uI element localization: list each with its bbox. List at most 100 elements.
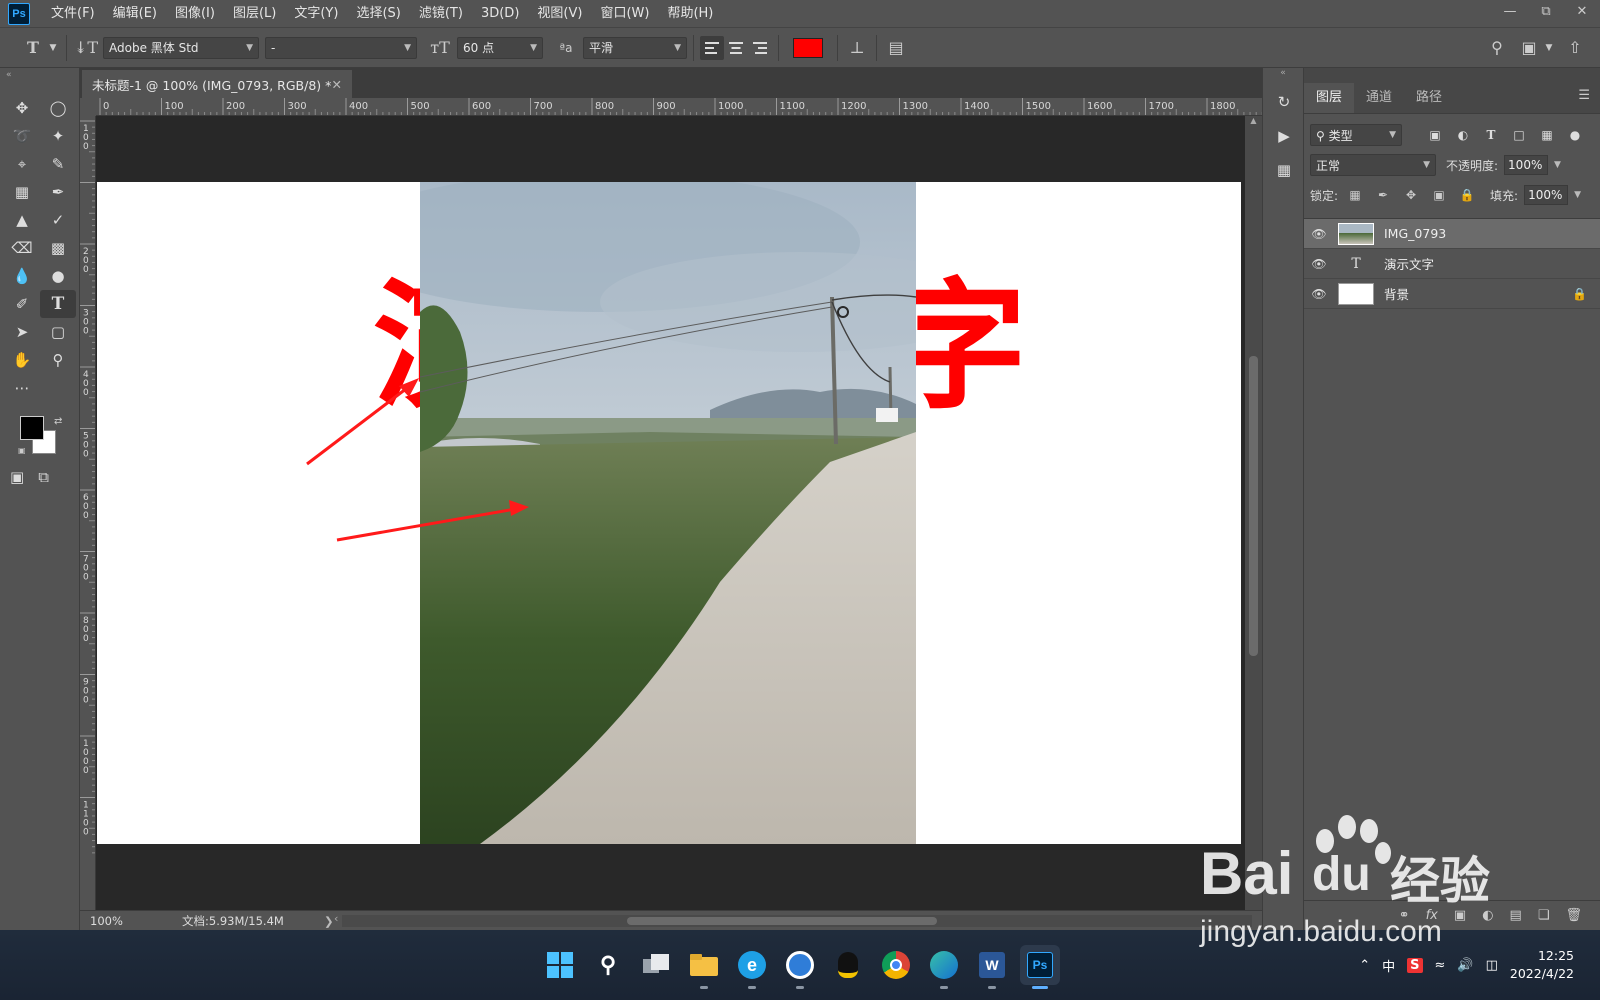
- pen-tool-icon[interactable]: ✐: [4, 290, 40, 318]
- filter-adjustment-icon[interactable]: ◐: [1452, 125, 1474, 145]
- file-explorer-icon[interactable]: [684, 945, 724, 989]
- default-colors-icon[interactable]: ▣: [18, 446, 26, 455]
- chrome-icon[interactable]: [876, 945, 916, 985]
- screen-mode-icon[interactable]: ⧉: [38, 468, 49, 486]
- share-icon[interactable]: ⇧: [1562, 35, 1588, 61]
- ruler-origin[interactable]: [80, 98, 96, 116]
- menu-image[interactable]: 图像(I): [166, 0, 224, 28]
- history-panel-icon[interactable]: ↻: [1269, 88, 1299, 116]
- fx-icon[interactable]: fx: [1426, 908, 1438, 923]
- filter-smart-object-icon[interactable]: ▦: [1536, 125, 1558, 145]
- menu-view[interactable]: 视图(V): [528, 0, 591, 28]
- eraser-tool-icon[interactable]: ⌫: [4, 234, 40, 262]
- align-right-button[interactable]: [748, 36, 772, 60]
- wifi-icon[interactable]: ≈: [1435, 958, 1446, 973]
- dodge-tool-icon[interactable]: ●: [40, 262, 76, 290]
- dock-collapse-icon[interactable]: «: [1263, 68, 1303, 82]
- menu-type[interactable]: 文字(Y): [285, 0, 347, 28]
- workspace-icon[interactable]: ▣: [1516, 35, 1542, 61]
- text-color-swatch[interactable]: [793, 37, 823, 58]
- visibility-eye-icon[interactable]: 👁: [1304, 287, 1334, 301]
- document-tab[interactable]: 未标题-1 @ 100% (IMG_0793, RGB/8) * ✕: [82, 70, 352, 98]
- menu-file[interactable]: 文件(F): [42, 0, 104, 28]
- rectangle-tool-icon[interactable]: ▢: [40, 318, 76, 346]
- opacity-chevron-icon[interactable]: ▼: [1554, 160, 1561, 170]
- type-tool-preset-icon[interactable]: T: [20, 35, 46, 61]
- trash-icon[interactable]: 🗑: [1565, 908, 1582, 923]
- vertical-scrollbar[interactable]: ▲: [1245, 116, 1262, 910]
- filter-toggle-icon[interactable]: ●: [1564, 125, 1586, 145]
- magic-wand-tool-icon[interactable]: ✦: [40, 122, 76, 150]
- battery-icon[interactable]: ◫: [1486, 958, 1498, 973]
- document-size[interactable]: 文档:5.93M/15.4M: [182, 913, 322, 929]
- layer-row[interactable]: 👁 背景 🔒: [1304, 279, 1600, 309]
- artboard[interactable]: 演 字: [97, 182, 1241, 844]
- lock-transparent-icon[interactable]: ▦: [1344, 185, 1366, 205]
- menu-select[interactable]: 选择(S): [347, 0, 409, 28]
- cloud-app-icon[interactable]: [780, 945, 820, 989]
- layer-row[interactable]: 👁 T 演示文字: [1304, 249, 1600, 279]
- marquee-tool-icon[interactable]: ◯: [40, 94, 76, 122]
- panel-menu-icon[interactable]: ☰: [1578, 88, 1590, 103]
- menu-window[interactable]: 窗口(W): [591, 0, 658, 28]
- filter-shape-icon[interactable]: □: [1508, 125, 1530, 145]
- scroll-left-icon[interactable]: ‹: [334, 912, 338, 925]
- vertical-ruler[interactable]: 10020030040050060070080090010001100: [80, 116, 96, 910]
- zoom-level[interactable]: 100%: [90, 914, 170, 928]
- word-icon[interactable]: W: [972, 945, 1012, 989]
- blur-tool-icon[interactable]: 💧: [4, 262, 40, 290]
- tab-paths[interactable]: 路径: [1404, 83, 1454, 113]
- task-view-icon[interactable]: [636, 945, 676, 985]
- minimize-icon[interactable]: —: [1492, 0, 1528, 22]
- volume-icon[interactable]: 🔊: [1457, 958, 1473, 973]
- photoshop-icon[interactable]: Ps: [1020, 945, 1060, 989]
- font-family-select[interactable]: Adobe 黑体 Std ▼: [103, 36, 259, 59]
- tab-layers[interactable]: 图层: [1304, 83, 1355, 113]
- 3d-panel-icon[interactable]: ▦: [1269, 156, 1299, 184]
- windows-start-icon[interactable]: [540, 945, 580, 985]
- visibility-eye-icon[interactable]: 👁: [1304, 257, 1334, 271]
- lock-all-icon[interactable]: 🔒: [1456, 185, 1478, 205]
- fill-input[interactable]: 100%: [1524, 185, 1569, 205]
- visibility-eye-icon[interactable]: 👁: [1304, 227, 1334, 241]
- menu-edit[interactable]: 编辑(E): [104, 0, 166, 28]
- restore-icon[interactable]: ⧉: [1528, 0, 1564, 22]
- qq-icon[interactable]: [828, 945, 868, 985]
- foreground-color-swatch[interactable]: [20, 416, 44, 440]
- new-layer-icon[interactable]: ❏: [1538, 908, 1550, 923]
- gradient-tool-icon[interactable]: ▩: [40, 234, 76, 262]
- sogou-ime-icon[interactable]: S: [1407, 957, 1423, 973]
- layer-row[interactable]: 👁 IMG_0793: [1304, 219, 1600, 249]
- add-mask-icon[interactable]: ▣: [1454, 908, 1466, 923]
- font-style-select[interactable]: - ▼: [265, 36, 417, 59]
- zoom-tool-icon[interactable]: ⚲: [40, 346, 76, 374]
- collapse-icon[interactable]: «: [0, 68, 79, 82]
- status-expand-icon[interactable]: ❯: [324, 914, 334, 928]
- search-icon[interactable]: ⚲: [588, 945, 628, 985]
- menu-layer[interactable]: 图层(L): [224, 0, 285, 28]
- fill-chevron-icon[interactable]: ▼: [1574, 190, 1581, 200]
- warp-text-icon[interactable]: ⊥: [844, 35, 870, 61]
- align-center-button[interactable]: [724, 36, 748, 60]
- move-tool-icon[interactable]: ✥: [4, 94, 40, 122]
- close-tab-icon[interactable]: ✕: [332, 77, 342, 92]
- clock[interactable]: 12:25 2022/4/22: [1510, 947, 1574, 983]
- horizontal-scrollbar[interactable]: ‹: [334, 912, 1252, 927]
- menu-help[interactable]: 帮助(H): [658, 0, 722, 28]
- swap-colors-icon[interactable]: ⇄: [54, 416, 62, 427]
- new-group-icon[interactable]: ▤: [1510, 908, 1522, 923]
- tab-channels[interactable]: 通道: [1354, 83, 1404, 113]
- crop-tool-icon[interactable]: ⌖: [4, 150, 40, 178]
- scroll-up-icon[interactable]: ▲: [1245, 116, 1262, 125]
- search-icon[interactable]: ⚲: [1484, 35, 1510, 61]
- ie-browser-icon[interactable]: e: [732, 945, 772, 989]
- stamp-tool-icon[interactable]: ▲: [4, 206, 40, 234]
- ime-indicator[interactable]: 中: [1382, 956, 1395, 975]
- type-tool-icon[interactable]: T: [40, 290, 76, 318]
- edge-icon[interactable]: [924, 945, 964, 989]
- quick-mask-icon[interactable]: ▣: [10, 468, 24, 486]
- horizontal-scroll-thumb[interactable]: [627, 917, 937, 925]
- lock-artboard-icon[interactable]: ▣: [1428, 185, 1450, 205]
- canvas-area[interactable]: 演 字: [96, 116, 1262, 910]
- text-orientation-icon[interactable]: ↡T: [73, 35, 99, 61]
